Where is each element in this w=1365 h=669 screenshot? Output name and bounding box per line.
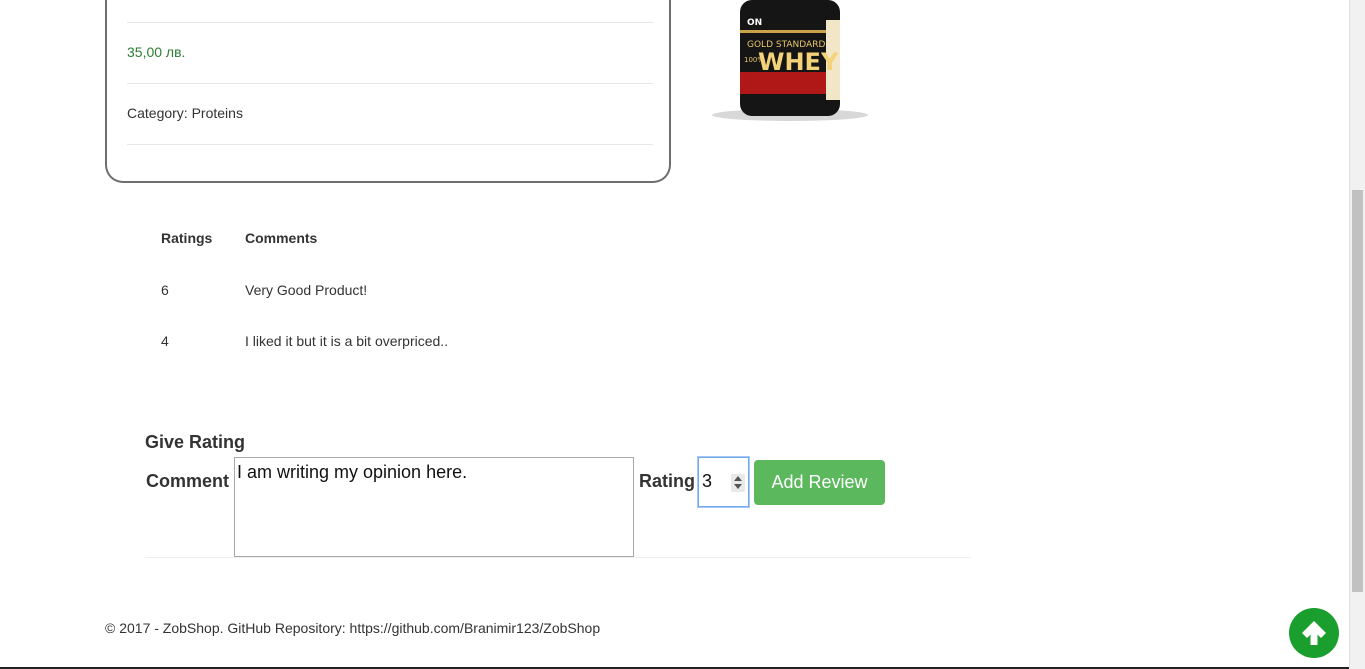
review-rating: 4 — [161, 332, 169, 349]
divider — [127, 22, 653, 23]
page: 35,00 лв. Category: Proteins ON GOLD STA… — [0, 0, 1349, 669]
review-comment: I liked it but it is a bit overpriced.. — [245, 332, 449, 349]
product-category: Category: Proteins — [127, 105, 243, 121]
review-comment: Very Good Product! — [245, 281, 368, 298]
category-link[interactable]: Proteins — [192, 105, 243, 121]
arrow-up-icon — [1302, 621, 1326, 645]
product-line-3: WHEY — [758, 48, 839, 76]
scroll-to-top-button[interactable] — [1289, 608, 1339, 658]
ratings-header: Ratings — [161, 230, 213, 246]
review-form: Comment I am writing my opinion here. Ra… — [145, 457, 971, 558]
product-details-card: 35,00 лв. Category: Proteins — [105, 0, 671, 183]
rating-value: 3 — [702, 471, 713, 491]
product-image: ON GOLD STANDARD 100% WHEY — [700, 0, 870, 125]
table-row: 6 Very Good Product! — [145, 264, 464, 315]
product-price: 35,00 лв. — [127, 44, 186, 60]
category-label: Category: — [127, 105, 188, 121]
comments-header: Comments — [245, 230, 318, 246]
rating-stepper[interactable] — [731, 474, 745, 492]
reviews-table: Ratings Comments 6 Very Good Product! 4 … — [145, 212, 464, 366]
rating-label: Rating — [639, 471, 695, 491]
footer-text: © 2017 - ZobShop. GitHub Repository: htt… — [105, 620, 601, 636]
increment-icon[interactable] — [734, 476, 742, 481]
review-rating: 6 — [161, 281, 169, 298]
table-row: 4 I liked it but it is a bit overpriced.… — [145, 315, 464, 366]
add-review-button[interactable]: Add Review — [754, 460, 885, 505]
table-header-row: Ratings Comments — [145, 212, 464, 264]
brand-badge: ON — [747, 18, 762, 28]
rating-input[interactable]: 3 — [698, 457, 749, 507]
comment-label: Comment — [146, 471, 230, 491]
divider — [127, 144, 653, 145]
give-rating-title: Give Rating — [145, 432, 246, 452]
vertical-scrollbar[interactable] — [1349, 0, 1365, 669]
comment-input[interactable]: I am writing my opinion here. — [234, 457, 634, 557]
scrollbar-thumb[interactable] — [1352, 190, 1363, 592]
decrement-icon[interactable] — [734, 484, 742, 489]
divider — [127, 83, 653, 84]
